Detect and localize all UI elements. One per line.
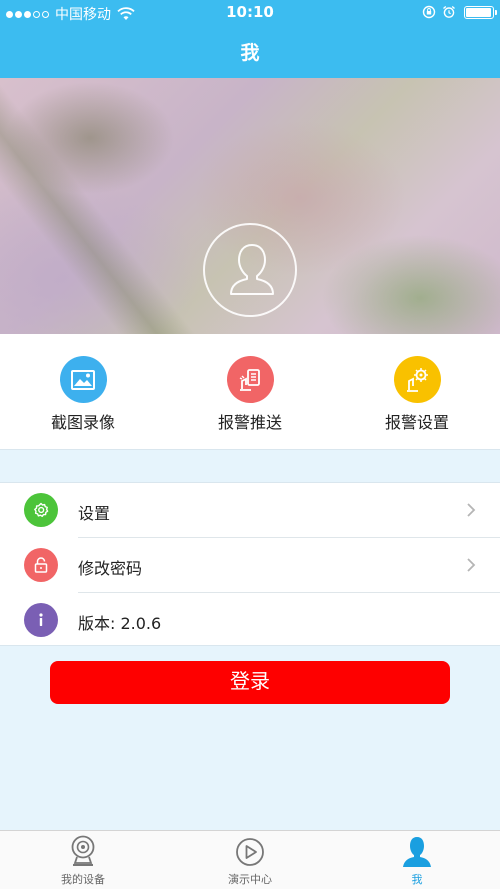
profile-banner: [0, 78, 500, 334]
list-item-version: 版本: 2.0.6: [0, 593, 500, 647]
tab-label: 我的设备: [61, 873, 105, 886]
quick-action-label: 截图录像: [50, 413, 115, 432]
list-item-label: 修改密码: [78, 559, 143, 578]
tab-label: 演示中心: [228, 873, 272, 886]
chevron-right-icon: [467, 503, 476, 517]
tab-bar: 我的设备 演示中心 我: [0, 830, 500, 889]
list-item-change-password[interactable]: 修改密码: [0, 538, 500, 592]
person-icon: [403, 837, 431, 867]
play-icon: [236, 838, 264, 866]
tab-me[interactable]: 我: [357, 835, 477, 887]
chevron-right-icon: [467, 558, 476, 572]
alarm-clock-icon: [443, 5, 455, 18]
tab-my-devices[interactable]: 我的设备: [23, 835, 143, 887]
settings-list: 设置 修改密码 版本: 2.0.6: [0, 482, 500, 646]
quick-action-label: 报警设置: [384, 413, 449, 432]
battery-icon: [464, 5, 497, 19]
list-item-settings[interactable]: 设置: [0, 483, 500, 537]
gear-icon: [24, 493, 58, 527]
login-button[interactable]: 登录: [50, 661, 450, 704]
info-icon: [24, 603, 58, 637]
tab-demo-center[interactable]: 演示中心: [190, 835, 310, 887]
quick-action-screenshots[interactable]: 截图录像: [23, 356, 143, 433]
banner-background: [0, 78, 243, 334]
status-right: [416, 5, 497, 19]
version-label: 版本: 2.0.6: [78, 614, 162, 633]
camera-icon: [71, 835, 95, 866]
avatar[interactable]: [203, 223, 297, 317]
battery-fill: [466, 7, 492, 17]
quick-action-alarm-push[interactable]: 报警推送: [190, 356, 310, 433]
tab-label: 我: [411, 873, 423, 886]
quick-action-label: 报警推送: [217, 413, 282, 432]
alarm-push-icon: [226, 356, 274, 403]
quick-action-alarm-settings[interactable]: 报警设置: [357, 356, 477, 433]
status-bar: 中国移动 10:10: [0, 0, 500, 26]
quick-actions: 截图录像 报警推送 报警设置: [0, 334, 500, 450]
lock-icon: [24, 548, 58, 582]
list-item-label: 设置: [78, 504, 111, 523]
alarm-settings-icon: [393, 356, 441, 403]
image-icon: [59, 356, 107, 403]
user-avatar-icon: [230, 244, 274, 295]
top-bar: 中国移动 10:10 我: [0, 0, 500, 78]
orientation-lock-icon: [422, 5, 436, 19]
page-title: 我: [240, 42, 260, 64]
